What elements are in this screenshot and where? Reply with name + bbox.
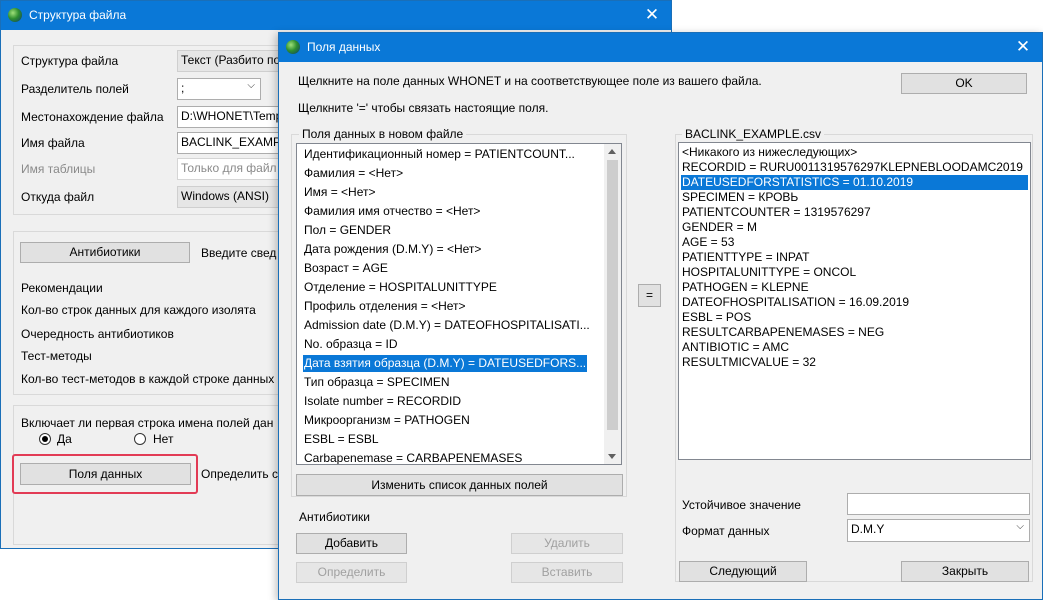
constant-value-label: Устойчивое значение: [682, 498, 801, 512]
close-icon[interactable]: ✕: [633, 1, 671, 30]
whonet-field-item[interactable]: Тип образца = SPECIMEN: [303, 374, 451, 391]
whonet-field-item[interactable]: Admission date (D.M.Y) = DATEOFHOSPITALI…: [303, 317, 591, 334]
ok-button[interactable]: OK: [901, 73, 1027, 94]
change-field-list-button[interactable]: Изменить список данных полей: [296, 474, 623, 496]
data-fields-titlebar: Поля данных ✕: [279, 33, 1042, 62]
scroll-down-icon[interactable]: [608, 454, 616, 459]
field-separator-label: Разделитель полей: [21, 82, 129, 96]
test-methods-per-row-item[interactable]: Кол-во тест-методов в каждой строке данн…: [21, 372, 274, 386]
first-row-question: Включает ли первая строка имена полей да…: [21, 416, 274, 430]
file-origin-select[interactable]: Windows (ANSI): [177, 186, 287, 208]
file-structure-titlebar: Структура файла ✕: [1, 1, 671, 30]
source-field-item[interactable]: PATIENTCOUNTER = 1319576297: [681, 205, 1028, 220]
whonet-field-item[interactable]: Фамилия = <Нет>: [303, 165, 404, 182]
data-fields-title: Поля данных: [307, 40, 381, 54]
left-scrollbar[interactable]: [604, 144, 621, 464]
whonet-field-item[interactable]: Имя = <Нет>: [303, 184, 377, 201]
whonet-field-item[interactable]: Дата взятия образца (D.M.Y) = DATEUSEDFO…: [303, 355, 588, 372]
file-structure-title: Структура файла: [29, 8, 127, 22]
chevron-down-icon: ⌵: [247, 80, 255, 91]
data-fields-hint: Определить с: [201, 467, 278, 481]
whonet-field-item[interactable]: ESBL = ESBL: [303, 431, 380, 448]
file-structure-select[interactable]: Текст (Разбито по: [177, 50, 287, 72]
whonet-field-item[interactable]: No. образца = ID: [303, 336, 399, 353]
whonet-field-item[interactable]: Микроорганизм = PATHOGEN: [303, 412, 471, 429]
whonet-globe-icon: [286, 40, 300, 54]
source-field-item[interactable]: ESBL = POS: [681, 310, 1028, 325]
insert-button[interactable]: Вставить: [511, 562, 623, 583]
left-scroll-thumb[interactable]: [607, 160, 618, 430]
source-field-item[interactable]: GENDER = M: [681, 220, 1028, 235]
file-name-label: Имя файла: [21, 136, 85, 150]
scroll-up-icon[interactable]: [608, 149, 616, 154]
source-field-item[interactable]: PATIENTTYPE = INPAT: [681, 250, 1028, 265]
radio-yes-label: Да: [57, 432, 72, 446]
file-location-label: Местонахождение файла: [21, 110, 164, 124]
antibiotics-hint: Введите свед: [201, 246, 277, 260]
source-field-item[interactable]: HOSPITALUNITTYPE = ONCOL: [681, 265, 1028, 280]
date-format-value: D.M.Y: [851, 522, 885, 536]
whonet-field-item[interactable]: Отделение = HOSPITALUNITTYPE: [303, 279, 498, 296]
source-field-item[interactable]: RECORDID = RURU0011319576297KLEPNEBLOODA…: [681, 160, 1028, 175]
data-fields-window: Поля данных ✕ Щелкните на поле данных WH…: [278, 32, 1043, 600]
date-format-label: Формат данных: [682, 524, 770, 538]
instruction-2: Щелкните '=' чтобы связать настоящие пол…: [298, 101, 549, 115]
test-methods-item[interactable]: Тест-методы: [21, 349, 92, 363]
delete-button[interactable]: Удалить: [511, 533, 623, 554]
instruction-1: Щелкните на поле данных WHONET и на соот…: [298, 74, 762, 88]
table-name-field: Только для файл: [177, 158, 287, 180]
whonet-field-item[interactable]: Фамилия имя отчество = <Нет>: [303, 203, 481, 220]
rows-per-isolate-item[interactable]: Кол-во строк данных для каждого изолята: [21, 303, 256, 317]
close-button[interactable]: Закрыть: [901, 561, 1029, 582]
whonet-field-item[interactable]: Возраст = AGE: [303, 260, 389, 277]
constant-value-input[interactable]: [847, 493, 1030, 515]
source-field-item[interactable]: DATEUSEDFORSTATISTICS = 01.10.2019: [681, 175, 1028, 190]
table-name-label: Имя таблицы: [21, 162, 96, 176]
antibiotics-button[interactable]: Антибиотики: [20, 242, 190, 263]
source-field-item[interactable]: RESULTCARBAPENEMASES = NEG: [681, 325, 1028, 340]
antibiotics-label: Антибиотики: [299, 510, 370, 524]
antibiotic-order-item[interactable]: Очередность антибиотиков: [21, 327, 174, 341]
source-field-item[interactable]: PATHOGEN = KLEPNE: [681, 280, 1028, 295]
radio-no[interactable]: [134, 433, 146, 445]
add-button[interactable]: Добавить: [296, 533, 407, 554]
radio-yes[interactable]: [39, 433, 51, 445]
data-fields-button[interactable]: Поля данных: [20, 463, 191, 485]
whonet-field-item[interactable]: Carbapenemase = CARBAPENEMASES: [303, 450, 523, 464]
whonet-globe-icon: [8, 8, 22, 22]
recommendations-item[interactable]: Рекомендации: [21, 281, 103, 295]
source-field-item[interactable]: DATEOFHOSPITALISATION = 16.09.2019: [681, 295, 1028, 310]
radio-no-label: Нет: [153, 432, 174, 446]
whonet-field-item[interactable]: Идентификационный номер = PATIENTCOUNT..…: [303, 146, 576, 163]
source-field-item[interactable]: RESULTMICVALUE = 32: [681, 355, 1028, 370]
whonet-field-item[interactable]: Профиль отделения = <Нет>: [303, 298, 467, 315]
whonet-field-item[interactable]: Isolate number = RECORDID: [303, 393, 462, 410]
next-button[interactable]: Следующий: [679, 561, 807, 582]
source-field-item[interactable]: AGE = 53: [681, 235, 1028, 250]
close-icon[interactable]: ✕: [1004, 33, 1042, 62]
whonet-fields-list[interactable]: Идентификационный номер = PATIENTCOUNT..…: [296, 143, 622, 465]
source-field-item[interactable]: ANTIBIOTIC = AMC: [681, 340, 1028, 355]
whonet-field-item[interactable]: Пол = GENDER: [303, 222, 392, 239]
file-location-field[interactable]: D:\WHONET\Temp: [177, 106, 287, 128]
date-format-select[interactable]: D.M.Y ⌵: [847, 519, 1030, 542]
field-separator-select[interactable]: ; ⌵: [177, 78, 261, 100]
source-field-item[interactable]: <Никакого из нижеследующих>: [681, 145, 1028, 160]
chevron-down-icon: ⌵: [1016, 521, 1024, 532]
new-file-fields-title: Поля данных в новом файле: [299, 127, 467, 141]
source-field-item[interactable]: SPECIMEN = КРОВЬ: [681, 190, 1028, 205]
file-structure-label: Структура файла: [21, 54, 119, 68]
file-origin-label: Откуда файл: [21, 190, 95, 204]
field-separator-value: ;: [181, 81, 185, 95]
source-file-fields-list[interactable]: <Никакого из нижеследующих> RECORDID = RU…: [678, 142, 1031, 460]
whonet-field-item[interactable]: Дата рождения (D.M.Y) = <Нет>: [303, 241, 482, 258]
file-name-field[interactable]: BACLINK_EXAMP: [177, 132, 287, 154]
define-button[interactable]: Определить: [296, 562, 407, 583]
source-file-title: BACLINK_EXAMPLE.csv: [682, 127, 825, 141]
link-equals-button[interactable]: =: [638, 284, 661, 307]
